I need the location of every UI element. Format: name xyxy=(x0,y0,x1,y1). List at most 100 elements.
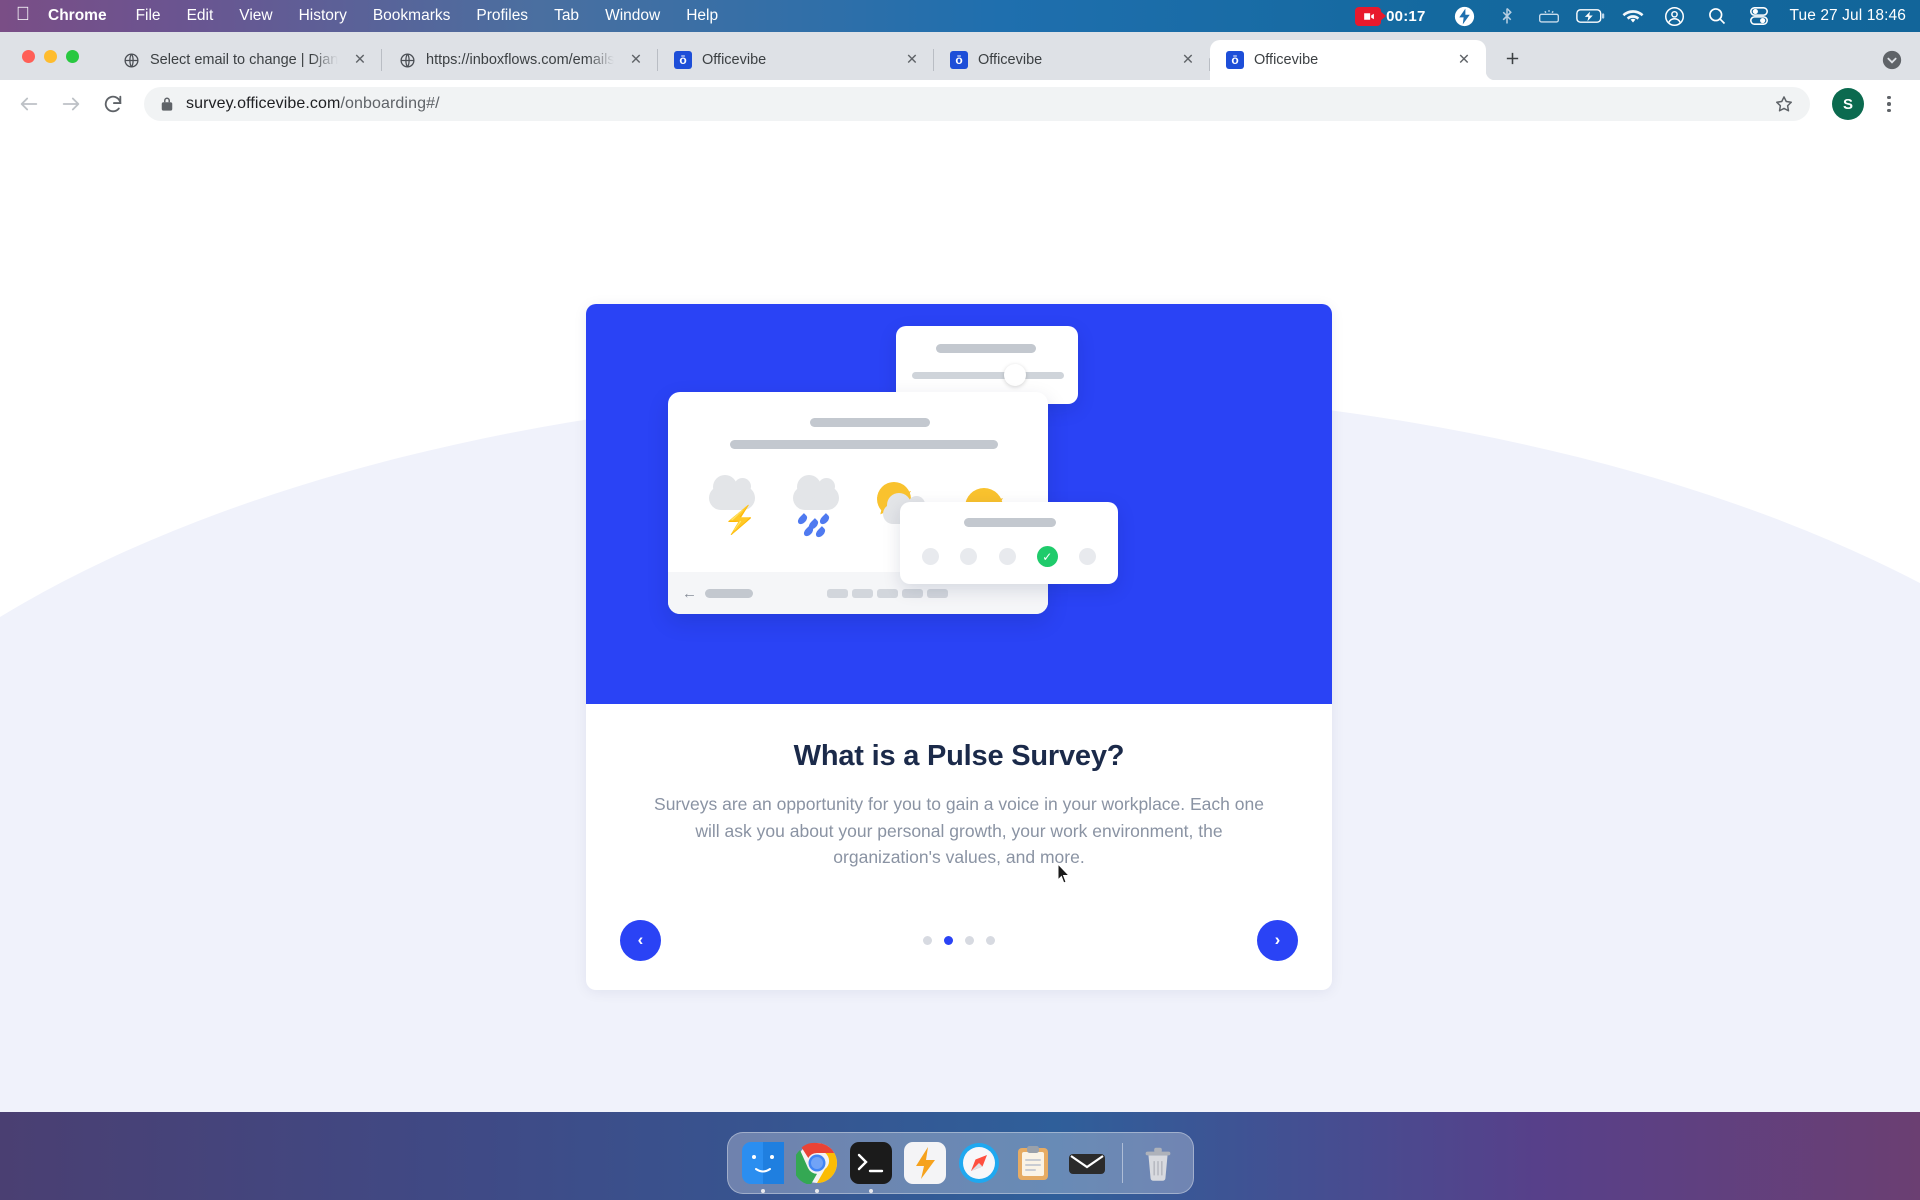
rain-cloud-icon xyxy=(785,474,847,539)
trash-icon[interactable] xyxy=(1135,1140,1181,1186)
carousel-dot-1[interactable] xyxy=(923,935,932,945)
menu-item-window[interactable]: Window xyxy=(592,7,673,25)
tab-inboxflows[interactable]: https://inboxflows.com/emails/ ✕ xyxy=(381,40,658,80)
terminal-icon[interactable] xyxy=(848,1140,894,1193)
close-icon[interactable]: ✕ xyxy=(624,48,648,72)
control-center-user-icon[interactable] xyxy=(1654,0,1696,32)
tab-django[interactable]: Select email to change | Django ✕ xyxy=(106,40,382,80)
menu-item-view[interactable]: View xyxy=(226,7,285,25)
menu-item-help[interactable]: Help xyxy=(673,7,731,25)
carousel-dot-3[interactable] xyxy=(965,935,974,945)
screen-recording-indicator[interactable]: 00:17 xyxy=(1355,6,1426,26)
chrome-menu-icon[interactable] xyxy=(1872,87,1906,121)
officevibe-favicon-letter: ō xyxy=(1226,51,1244,69)
tab-title: Officevibe xyxy=(702,52,767,68)
storm-cloud-icon: ⚡ xyxy=(701,474,763,536)
new-tab-button[interactable] xyxy=(1494,40,1530,76)
tab-title: Select email to change | Django xyxy=(150,52,338,68)
placeholder-bar xyxy=(964,518,1056,527)
close-icon[interactable]: ✕ xyxy=(1452,48,1476,72)
email-icon[interactable] xyxy=(1064,1140,1110,1186)
address-bar[interactable]: survey.officevibe.com/onboarding#/ xyxy=(144,87,1810,121)
lock-icon xyxy=(160,96,174,112)
tab-title: Officevibe xyxy=(978,52,1043,68)
dock-container xyxy=(726,1132,1194,1194)
browser-toolbar: survey.officevibe.com/onboarding#/ S xyxy=(0,80,1920,128)
check-icon: ✓ xyxy=(1036,546,1058,567)
bolt-icon[interactable] xyxy=(1444,0,1486,32)
slider-track xyxy=(912,372,1064,379)
globe-icon xyxy=(122,51,140,69)
safari-icon[interactable] xyxy=(956,1140,1002,1186)
menu-item-bookmarks[interactable]: Bookmarks xyxy=(360,7,464,25)
url-domain: survey.officevibe.com xyxy=(186,95,341,112)
page-viewport: ⚡ ← ✓ What is a Pulse Survey? Surveys ar… xyxy=(0,128,1920,1112)
keyboard-brightness-icon[interactable] xyxy=(1528,0,1570,32)
officevibe-icon: ō xyxy=(1226,51,1244,69)
officevibe-favicon-letter: ō xyxy=(950,51,968,69)
bluetooth-off-icon[interactable] xyxy=(1486,0,1528,32)
apple-logo-icon[interactable]:  xyxy=(0,5,46,27)
wifi-icon[interactable] xyxy=(1612,0,1654,32)
reload-icon[interactable] xyxy=(94,85,132,123)
officevibe-icon: ō xyxy=(950,51,968,69)
maximize-window-button[interactable] xyxy=(66,50,79,63)
profile-avatar[interactable]: S xyxy=(1832,88,1864,120)
placeholder-bar xyxy=(936,344,1036,353)
menu-item-profiles[interactable]: Profiles xyxy=(463,7,541,25)
chrome-window: Select email to change | Django ✕ https:… xyxy=(0,32,1920,1112)
dock-divider xyxy=(1121,1143,1123,1183)
illustration-scale-card: ✓ xyxy=(900,502,1118,584)
back-icon[interactable] xyxy=(10,85,48,123)
macos-dock xyxy=(0,1112,1920,1200)
tab-title: https://inboxflows.com/emails/ xyxy=(426,52,614,68)
menubar-clock[interactable]: Tue 27 Jul 18:46 xyxy=(1780,7,1907,25)
previous-slide-button[interactable]: ‹ xyxy=(620,919,661,961)
bolt-app-icon[interactable] xyxy=(902,1140,948,1186)
carousel-navigation: ‹ › xyxy=(586,916,1332,964)
chrome-icon[interactable] xyxy=(794,1140,840,1193)
battery-charging-icon[interactable] xyxy=(1570,0,1612,32)
globe-icon xyxy=(398,51,416,69)
tab-officevibe-1[interactable]: ō Officevibe ✕ xyxy=(657,40,934,80)
menu-item-tab[interactable]: Tab xyxy=(541,7,592,25)
bookmark-star-icon[interactable] xyxy=(1774,94,1794,114)
page-title: What is a Pulse Survey? xyxy=(793,740,1125,772)
control-center-icon[interactable] xyxy=(1738,0,1780,32)
spotlight-search-icon[interactable] xyxy=(1696,0,1738,32)
onboarding-card: ⚡ ← ✓ What is a Pulse Survey? Surveys ar… xyxy=(586,304,1332,990)
minimize-window-button[interactable] xyxy=(44,50,57,63)
carousel-dots xyxy=(923,935,995,945)
recording-time: 00:17 xyxy=(1386,7,1426,25)
close-icon[interactable]: ✕ xyxy=(900,48,924,72)
tab-search-icon[interactable] xyxy=(1878,46,1906,74)
next-slide-button[interactable]: › xyxy=(1257,919,1298,961)
slider-knob xyxy=(1004,364,1026,386)
illustration-hero: ⚡ ← ✓ xyxy=(586,304,1332,704)
finder-icon[interactable] xyxy=(740,1140,786,1193)
carousel-dot-4[interactable] xyxy=(986,935,995,945)
url-text: survey.officevibe.com/onboarding#/ xyxy=(186,95,440,113)
card-body: What is a Pulse Survey? Surveys are an o… xyxy=(586,704,1332,871)
menu-item-file[interactable]: File xyxy=(123,7,174,25)
forward-icon[interactable] xyxy=(52,85,90,123)
progress-segments xyxy=(827,588,948,598)
menu-item-edit[interactable]: Edit xyxy=(174,7,227,25)
menu-item-chrome[interactable]: Chrome xyxy=(46,7,123,25)
tab-officevibe-2[interactable]: ō Officevibe ✕ xyxy=(933,40,1210,80)
close-window-button[interactable] xyxy=(22,50,35,63)
carousel-dot-2-active[interactable] xyxy=(944,935,953,945)
placeholder-bar xyxy=(705,588,753,598)
close-icon[interactable]: ✕ xyxy=(348,48,372,72)
window-traffic-lights[interactable] xyxy=(22,50,79,63)
menu-item-history[interactable]: History xyxy=(286,7,360,25)
back-arrow-icon: ← xyxy=(682,584,697,602)
clipboard-icon[interactable] xyxy=(1010,1140,1056,1186)
mouse-cursor xyxy=(1057,862,1071,884)
screen-recording-icon xyxy=(1355,6,1387,26)
close-icon[interactable]: ✕ xyxy=(1176,48,1200,72)
tab-title: Officevibe xyxy=(1254,52,1319,68)
placeholder-bar xyxy=(730,440,998,449)
tab-strip: Select email to change | Django ✕ https:… xyxy=(0,32,1920,80)
tab-officevibe-3-active[interactable]: ō Officevibe ✕ xyxy=(1210,40,1486,80)
